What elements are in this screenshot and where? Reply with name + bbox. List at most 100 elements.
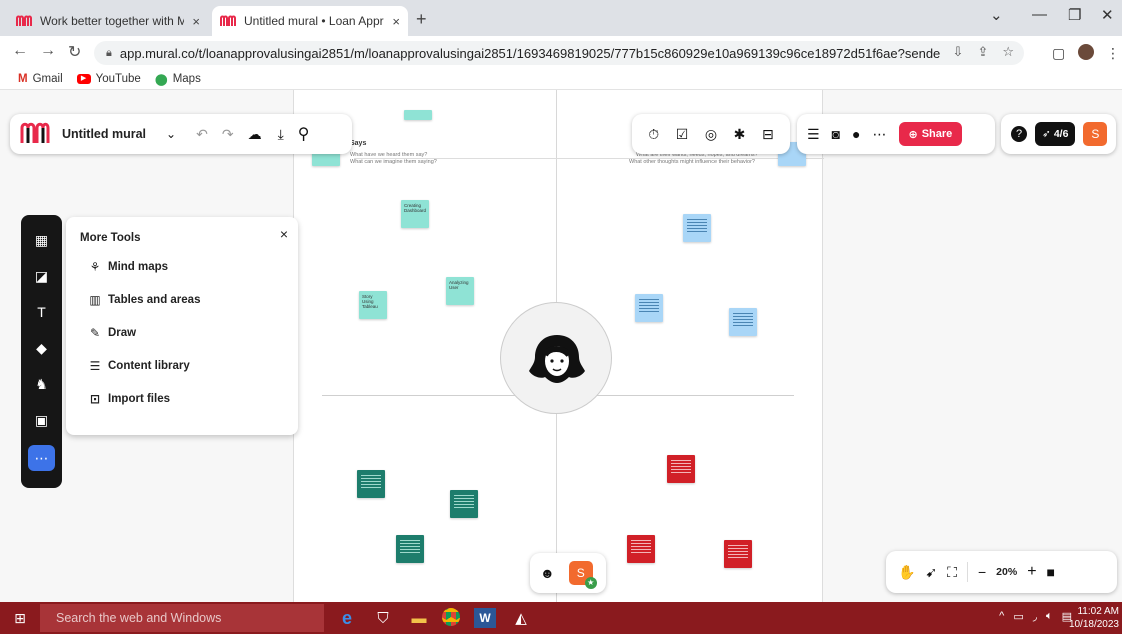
more-tools-icon[interactable]: ⋯ [28,445,55,471]
tool-mind-maps[interactable]: ⚘ Mind maps [86,260,168,274]
lock-icon: 🔒︎ [106,46,112,59]
kebab-menu-icon[interactable]: ⋮ [1106,45,1120,62]
side-panel-icon[interactable]: ▢ [1052,45,1065,62]
sticky-note[interactable] [357,470,385,498]
sticky-note[interactable] [635,294,663,322]
sticky-note[interactable] [396,535,424,563]
redo-icon[interactable]: ↷ [222,126,234,143]
sticky-note[interactable] [450,490,478,518]
timer-icon[interactable]: ⏱ [648,126,659,143]
tab-work-better[interactable]: Work better together with Mural × [8,6,208,36]
share-button[interactable]: ⊕ Share [898,122,963,146]
zoom-level[interactable]: 20% [996,566,1017,578]
fit-view-icon[interactable]: ⛶ [947,564,957,581]
avatar[interactable]: S ★ [568,561,597,589]
tab-close-icon[interactable]: × [392,14,400,29]
sticky-note[interactable] [627,535,655,563]
install-app-icon[interactable]: ⇩ [953,44,964,60]
mural-logo-icon[interactable] [20,122,50,147]
search-icon[interactable]: ⚲ [298,124,310,144]
windows-start-icon[interactable]: ⊞ [0,610,40,627]
tool-tables-areas[interactable]: ▥ Tables and areas [86,293,200,307]
celebrate-icon[interactable]: ✱ [734,126,746,143]
new-tab-button[interactable]: + [416,9,427,30]
tool-import-files[interactable]: ⊡ Import files [86,392,170,406]
restore-icon[interactable]: ❐ [1068,6,1081,24]
sticky-note[interactable] [729,308,757,336]
url-field[interactable]: 🔒︎ app.mural.co/t/loanapprovalusingai285… [94,41,1024,65]
sticky-note[interactable] [724,540,752,568]
templates-icon[interactable]: ▦ [28,227,55,253]
outline-icon[interactable]: ☰ [807,126,820,143]
mural-title[interactable]: Untitled mural [62,127,146,141]
minimap-icon[interactable]: ■ [1047,564,1055,580]
tab-close-icon[interactable]: × [192,14,200,29]
bookmark-youtube[interactable]: ▶ YouTube [76,73,141,85]
bookmark-gmail[interactable]: M Gmail [18,73,63,85]
zoom-out-icon[interactable]: − [978,564,986,580]
facilitation-toolbar: ⏱ ☑ ◎ ✱ ⊟ [632,114,790,154]
word-icon[interactable]: W [474,608,496,628]
sticky-note[interactable]: Analyzing User [446,277,474,305]
sticky-note-icon[interactable]: ◪ [28,263,55,289]
chevron-up-icon[interactable]: ^ [999,610,1004,623]
shapes-icon[interactable]: ◆ [28,335,55,361]
facilitator-toolbox-icon[interactable]: ⊟ [762,126,774,143]
chevron-down-icon[interactable]: ⌄ [166,127,176,141]
zoom-in-icon[interactable]: + [1027,563,1036,581]
taskbar-search-input[interactable]: Search the web and Windows [40,604,324,632]
people-icon[interactable]: ● [852,126,860,142]
share-page-icon[interactable]: ⇪ [977,44,988,60]
private-mode-icon[interactable]: ◎ [705,126,717,143]
profile-avatar[interactable] [1078,44,1094,60]
onboarding-progress-button[interactable]: ➶ 4/6 [1035,122,1076,146]
store-icon[interactable]: ⛉ [372,608,394,628]
battery-icon[interactable]: ▭ [1013,610,1023,623]
library-icon: ☰ [89,359,101,373]
bookmark-maps[interactable]: ⬤ Maps [155,72,201,86]
chevron-down-icon[interactable]: ⌄ [990,6,1003,24]
voting-icon[interactable]: ☑ [676,126,689,143]
undo-icon[interactable]: ↶ [196,126,208,143]
tab-untitled-mural[interactable]: Untitled mural • Loan Approval Using AI … [212,6,408,36]
reload-icon[interactable]: ↻ [68,42,81,62]
comments-icon[interactable]: ◙ [832,126,840,142]
says-title: Says [350,140,367,147]
photos-icon[interactable]: ◭ [510,608,532,628]
wifi-icon[interactable]: ◞ [1033,610,1037,623]
minimize-icon[interactable]: — [1032,6,1047,23]
back-arrow-icon[interactable]: ← [12,42,28,60]
tool-draw[interactable]: ✎ Draw [86,326,136,340]
clock[interactable]: 11:02 AM 10/18/2023 [1069,605,1119,631]
icons-llama-icon[interactable]: ♞ [28,371,55,397]
chrome-icon[interactable] [442,608,460,626]
sticky-note[interactable] [683,214,711,242]
volume-icon[interactable]: 🔈︎ [1046,610,1053,623]
sticky-note[interactable] [404,110,432,120]
export-download-icon[interactable]: ⤓ [278,126,284,143]
more-options-icon[interactable]: ⋯ [873,126,887,143]
tool-content-library[interactable]: ☰ Content library [86,359,190,373]
mural-canvas[interactable]: Says What have we heard them say? What c… [0,90,1122,602]
edge-browser-icon[interactable]: e [336,608,358,628]
bookmark-star-icon[interactable]: ☆ [1002,44,1014,60]
hand-pan-icon[interactable]: ✋ [898,564,915,581]
close-icon[interactable]: × [280,226,288,242]
help-icon[interactable]: ? [1011,126,1027,142]
select-pointer-icon[interactable]: ➹ [925,564,937,581]
empathy-map-board[interactable]: Says What have we heard them say? What c… [293,90,824,602]
forward-arrow-icon[interactable]: → [40,42,56,60]
avatar[interactable]: S [1083,122,1108,146]
sticky-note[interactable]: Creating Dashboard [401,200,429,228]
cloud-saved-icon[interactable]: ☁ [248,126,262,143]
says-subtitle: What have we heard them say? [350,152,428,158]
close-window-icon[interactable]: ✕ [1101,6,1114,24]
text-icon[interactable]: T [28,299,55,325]
file-explorer-icon[interactable]: ▬ [408,608,430,628]
left-tool-sidebar: ▦ ◪ T ◆ ♞ ▣ ⋯ [21,215,62,488]
mind-map-icon: ⚘ [89,260,101,274]
sticky-note[interactable] [667,455,695,483]
image-icon[interactable]: ▣ [28,407,55,433]
sticky-note[interactable]: Story Using Tableau [359,291,387,319]
emoji-reaction-icon[interactable]: ☻ [540,565,555,581]
